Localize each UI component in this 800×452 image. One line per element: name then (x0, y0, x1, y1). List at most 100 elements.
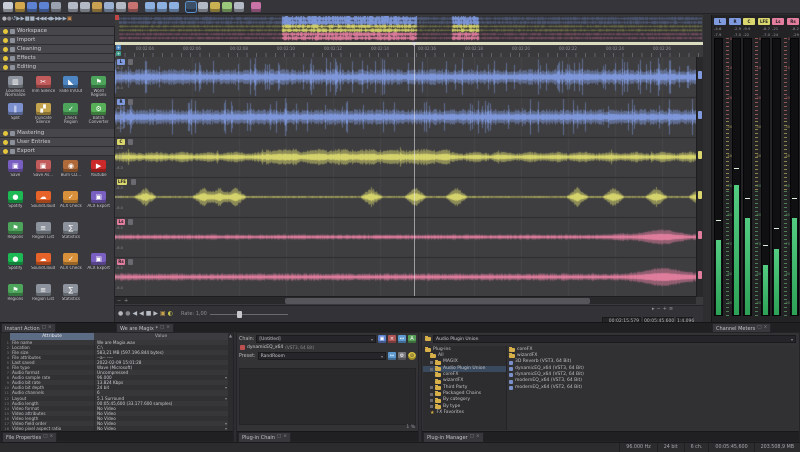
waveform-lanes[interactable] (115, 57, 703, 297)
float-icon[interactable]: □ (470, 435, 474, 440)
tree-item-fx-favorites[interactable]: ★FX Favorites (423, 410, 506, 416)
remove-chain-icon[interactable]: × (388, 335, 396, 343)
action-region-list[interactable]: ≡Region List (30, 282, 57, 312)
toolbar-paste-icon[interactable] (92, 2, 102, 12)
transport-arm-record-icon[interactable]: ● (7, 17, 11, 23)
tree-checkbox[interactable] (430, 386, 433, 389)
action-burn-cd-[interactable]: ◉Burn CD... (58, 158, 85, 188)
tab-file-properties[interactable]: File Properties □× (2, 432, 57, 442)
toolbar-pencil-tool-icon[interactable] (210, 2, 220, 12)
scroll-channel-chip-ls[interactable] (698, 231, 702, 239)
transport-pause-icon[interactable]: ▮▮ (25, 17, 29, 23)
action-truncate-silence[interactable]: ▞Truncate Silence (30, 101, 57, 127)
transport-input-monitor-icon[interactable]: ▣ (67, 17, 71, 23)
column-header-attribute[interactable]: Attribute (10, 333, 94, 340)
scroll-channel-chip-rs[interactable] (698, 271, 702, 279)
sidebar-section-export[interactable]: Export (0, 147, 114, 156)
scroll-channel-chip-c[interactable] (698, 151, 702, 159)
float-icon[interactable]: □ (42, 326, 46, 331)
reorder-chain-icon[interactable]: ↔ (398, 335, 406, 343)
action-region-list[interactable]: ≡Region List (30, 220, 57, 250)
scroll-up-icon[interactable]: ▲ (228, 333, 233, 340)
toolbar-delete-icon[interactable] (128, 2, 138, 12)
rate-slider-thumb[interactable] (237, 311, 242, 318)
scroll-channel-chip-r[interactable] (698, 111, 702, 119)
close-icon[interactable]: × (166, 326, 170, 331)
scroll-zoom-in-icon[interactable]: + (124, 297, 128, 305)
meter-label-c[interactable]: C (743, 18, 755, 25)
sidebar-section-import[interactable]: Import (0, 36, 114, 45)
tree-checkbox[interactable] (430, 368, 433, 371)
playbar-stop-icon[interactable]: ■ (146, 311, 151, 317)
meter-label-rs[interactable]: Rs (787, 18, 799, 25)
column-header-value[interactable]: Value (94, 333, 228, 340)
plugin-location-select[interactable]: Audio Plugin Union▾ (433, 335, 796, 343)
action-acx-check[interactable]: ✓ACX Check (58, 251, 85, 281)
fx-icon[interactable]: ↔ (388, 352, 396, 360)
level-meter-l[interactable] (714, 38, 723, 316)
action-spotify[interactable]: ●Spotify (2, 189, 29, 219)
action-loudness-normalize[interactable]: ▥Loudness Normalize (2, 74, 29, 100)
meter-label-lfe[interactable]: LFE (758, 18, 770, 25)
action-split[interactable]: ∥Split (2, 101, 29, 127)
toolbar-repeat-icon[interactable] (169, 2, 179, 12)
playbar-loop-icon[interactable]: ◐ (168, 311, 172, 317)
sidebar-section-editing[interactable]: Editing (0, 63, 114, 72)
waveform-editor[interactable]: 00:02:0400:02:0600:02:0800:02:1000:02:12… (115, 15, 703, 322)
transport-go-to-end-icon[interactable]: ▶ (63, 17, 66, 23)
action-save-as-[interactable]: ▣Save As... (30, 158, 57, 188)
scroll-channel-chip-lfe[interactable] (698, 191, 702, 199)
transport-rewind-icon[interactable]: ◀◀ (39, 17, 45, 23)
rate-slider[interactable] (210, 310, 288, 319)
chain-plugin-area[interactable] (239, 368, 416, 425)
action-word-regions[interactable]: ⚑Word Regions (85, 74, 112, 100)
playbar-go-to-start-icon[interactable]: ◀ (133, 311, 137, 317)
sidebar-section-user-entries[interactable]: User Entries (0, 138, 114, 147)
close-icon[interactable]: × (283, 435, 287, 440)
toolbar-open-file-icon[interactable] (15, 2, 25, 12)
action-statistics[interactable]: ∑Statistics (58, 220, 85, 250)
sidebar-section-mastering[interactable]: Mastering (0, 129, 114, 138)
transport-go-to-start-icon[interactable]: ◀ (35, 17, 38, 23)
toolbar-export-file-icon[interactable] (51, 2, 61, 12)
region-tool-icon[interactable]: + (116, 51, 121, 56)
file-overview-strip[interactable] (119, 16, 702, 41)
toolbar-magnify-tool-icon[interactable] (198, 2, 208, 12)
toolbar-copy-icon[interactable] (80, 2, 90, 12)
transport-record-icon[interactable]: ● (2, 17, 6, 23)
bypass-icon[interactable]: ⊘ (408, 352, 416, 360)
action-acx-check[interactable]: ✓ACX Check (58, 189, 85, 219)
toolbar-cut-icon[interactable] (68, 2, 78, 12)
audition-chain-icon[interactable]: A (408, 335, 416, 343)
meter-label-r[interactable]: R (729, 18, 741, 25)
transport-play-all-icon[interactable]: ▶ (16, 17, 19, 23)
level-meter-c[interactable] (743, 38, 752, 316)
sidebar-section-cleaning[interactable]: Cleaning (0, 45, 114, 54)
meter-label-ls[interactable]: Ls (772, 18, 784, 25)
close-icon[interactable]: × (48, 326, 52, 331)
toolbar-undo-icon[interactable] (145, 2, 155, 12)
action-save[interactable]: ▣Save (2, 158, 29, 188)
tree-checkbox[interactable] (430, 405, 433, 408)
tree-checkbox[interactable] (430, 361, 433, 364)
transport-play-icon[interactable]: ▶ (20, 17, 23, 23)
action-spotify[interactable]: ●Spotify (2, 251, 29, 281)
toolbar-trim-icon[interactable] (116, 2, 126, 12)
playbar-previous-marker-icon[interactable]: ◀ (139, 311, 143, 317)
scroll-channel-chip-l[interactable] (698, 71, 702, 79)
toolbar-redo-icon[interactable] (157, 2, 167, 12)
level-meter-lfe[interactable] (761, 38, 770, 316)
level-meter-ls[interactable] (772, 38, 781, 316)
zoom-overview-icon[interactable]: ≡ (669, 307, 673, 312)
tab-plugin-manager[interactable]: Plug-in Manager □× (423, 432, 484, 442)
sidebar-section-workspace[interactable]: Workspace (0, 27, 114, 36)
tree-checkbox[interactable] (430, 393, 433, 396)
playbar-play-icon[interactable]: ▶ (153, 311, 157, 317)
transport-next-icon[interactable]: ▶ (51, 17, 54, 23)
channel-meters-panel[interactable]: LR-4.6-2.9-7.9-7.00-10-20-30-40-50-60-70… (711, 15, 800, 322)
toolbar-speaker-icon[interactable] (234, 2, 244, 12)
toolbar-plugin-chain-icon[interactable] (251, 2, 261, 12)
action-soundcloud[interactable]: ☁SoundCloud (30, 189, 57, 219)
action-batch-converter[interactable]: ⚙Batch Converter (85, 101, 112, 127)
toolbar-new-file-icon[interactable] (3, 2, 13, 12)
